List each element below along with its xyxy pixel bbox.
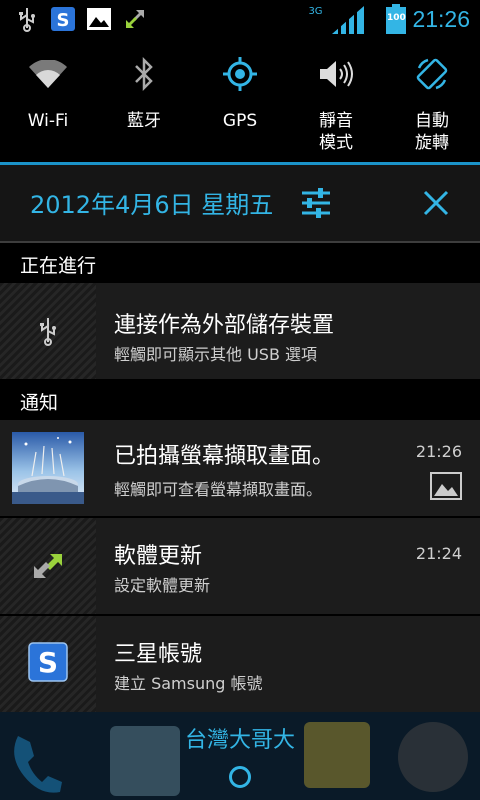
network-type: 3G <box>308 6 323 17</box>
rotate-icon <box>384 56 480 92</box>
status-bar: S 3G 100 21:26 <box>0 0 480 38</box>
svg-text:S: S <box>38 646 58 679</box>
status-time: 21:26 <box>412 5 470 32</box>
screenshot-thumbnail <box>12 432 84 504</box>
notification-time: 21:26 <box>415 442 462 461</box>
toggle-auto-rotate[interactable]: 自動 旋轉 <box>384 38 480 162</box>
bluetooth-icon <box>96 56 192 92</box>
section-notifications: 通知 <box>0 380 480 420</box>
image-status-icon <box>86 6 112 32</box>
toggle-label: Wi-Fi <box>27 111 69 131</box>
clear-all-icon[interactable] <box>418 185 454 221</box>
toggle-label: 靜音 模式 <box>319 111 353 153</box>
quick-settings: Wi-Fi 藍牙 GPS 靜音 模式 自動 旋轉 <box>0 38 480 162</box>
svg-text:S: S <box>57 10 70 31</box>
toggle-label: 自動 旋轉 <box>415 111 449 153</box>
usb-status-icon <box>14 6 40 32</box>
samsung-status-icon: S <box>50 6 76 32</box>
toggle-gps[interactable]: GPS <box>192 38 288 162</box>
carrier-bar: 台灣大哥大 <box>0 712 480 800</box>
battery-icon: 100 <box>386 4 407 34</box>
notification-software-update[interactable]: 軟體更新 設定軟體更新 21:24 <box>0 518 480 614</box>
notification-subtitle: 輕觸即可顯示其他 USB 選項 <box>114 345 318 364</box>
notification-icon-box <box>0 518 96 614</box>
notification-title: 三星帳號 <box>114 642 203 667</box>
section-title: 正在進行 <box>20 255 97 277</box>
gps-icon <box>192 56 288 92</box>
image-icon <box>430 472 462 500</box>
toggle-wifi[interactable]: Wi-Fi <box>0 38 96 162</box>
notification-screenshot[interactable]: 已拍攝螢幕擷取畫面。 輕觸即可查看螢幕擷取畫面。 21:26 <box>0 420 480 516</box>
notification-icon-box <box>0 420 96 516</box>
notification-usb[interactable]: 連接作為外部儲存裝置 輕觸即可顯示其他 USB 選項 <box>0 283 480 379</box>
date-label: 2012年4月6日 星期五 <box>30 191 274 219</box>
toggle-silent-mode[interactable]: 靜音 模式 <box>288 38 384 162</box>
toggle-bluetooth[interactable]: 藍牙 <box>96 38 192 162</box>
samsung-account-icon: S <box>28 642 68 682</box>
notification-icon-box: S <box>0 616 96 712</box>
section-title: 通知 <box>20 392 59 414</box>
notification-title: 軟體更新 <box>114 544 203 569</box>
toggle-label: GPS <box>222 111 258 131</box>
settings-sliders-icon[interactable] <box>298 185 334 221</box>
wifi-icon <box>0 56 96 92</box>
usb-icon <box>40 318 56 346</box>
carrier-name: 台灣大哥大 <box>184 728 295 753</box>
date-header: 2012年4月6日 星期五 <box>0 165 480 243</box>
section-ongoing: 正在進行 <box>0 243 480 283</box>
update-status-icon <box>122 6 148 32</box>
volume-icon <box>288 56 384 92</box>
battery-level: 100 <box>387 13 406 23</box>
notification-subtitle: 輕觸即可查看螢幕擷取畫面。 <box>114 480 323 499</box>
notification-samsung-account[interactable]: S 三星帳號 建立 Samsung 帳號 <box>0 616 480 712</box>
toggle-label: 藍牙 <box>127 111 161 131</box>
notification-title: 已拍攝螢幕擷取畫面。 <box>114 444 335 469</box>
update-icon <box>34 554 62 578</box>
notification-subtitle: 設定軟體更新 <box>114 576 211 595</box>
drag-handle[interactable] <box>229 766 251 788</box>
signal-icon: 3G <box>308 4 380 34</box>
notification-time: 21:24 <box>415 544 462 563</box>
notification-title: 連接作為外部儲存裝置 <box>114 313 335 338</box>
notification-icon-box <box>0 283 96 379</box>
notification-subtitle: 建立 Samsung 帳號 <box>114 674 263 693</box>
